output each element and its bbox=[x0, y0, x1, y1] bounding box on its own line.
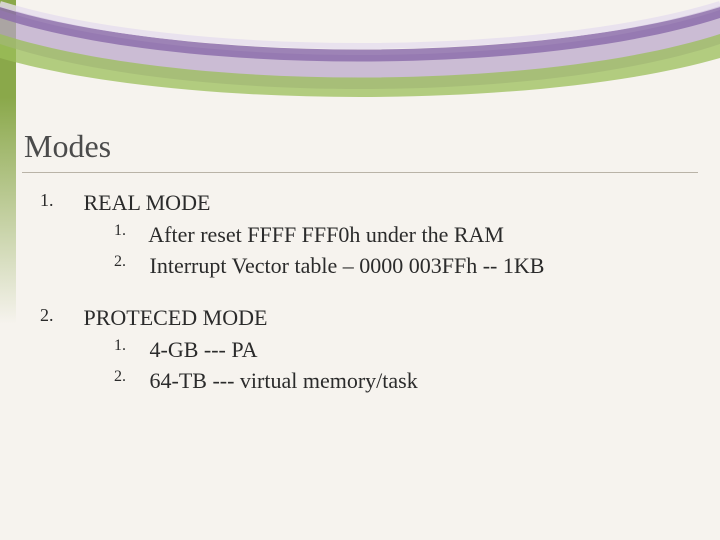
list-item: 1. REAL MODE 1. After reset FFFF FFF0h u… bbox=[40, 188, 680, 281]
list-number: 2. bbox=[114, 366, 144, 388]
list-text: 64-TB --- virtual memory/task bbox=[150, 368, 418, 393]
list-heading: PROTECED MODE bbox=[84, 303, 268, 333]
list-text: After reset FFFF FFF0h under the RAM bbox=[148, 222, 504, 247]
list-number: 2. bbox=[40, 303, 78, 327]
slide: Modes 1. REAL MODE 1. After reset FFFF F… bbox=[0, 0, 720, 540]
left-accent-strip bbox=[0, 0, 16, 540]
list-item: 1. 4-GB --- PA bbox=[114, 335, 680, 365]
title-underline bbox=[22, 172, 698, 173]
decorative-banner bbox=[0, 0, 720, 110]
list-text: Interrupt Vector table – 0000 003FFh -- … bbox=[150, 253, 545, 278]
slide-title: Modes bbox=[24, 128, 111, 165]
list-item: 2. PROTECED MODE 1. 4-GB --- PA 2. 64-TB… bbox=[40, 303, 680, 396]
list-item: 1. After reset FFFF FFF0h under the RAM bbox=[114, 220, 680, 250]
content-area: 1. REAL MODE 1. After reset FFFF FFF0h u… bbox=[40, 188, 680, 418]
list-item: 2. 64-TB --- virtual memory/task bbox=[114, 366, 680, 396]
list-item: 2. Interrupt Vector table – 0000 003FFh … bbox=[114, 251, 680, 281]
inner-list: 1. After reset FFFF FFF0h under the RAM … bbox=[114, 220, 680, 281]
list-number: 2. bbox=[114, 251, 144, 273]
list-number: 1. bbox=[40, 188, 78, 212]
list-heading: REAL MODE bbox=[84, 188, 211, 218]
inner-list: 1. 4-GB --- PA 2. 64-TB --- virtual memo… bbox=[114, 335, 680, 396]
list-number: 1. bbox=[114, 335, 144, 357]
list-number: 1. bbox=[114, 220, 144, 242]
list-text: 4-GB --- PA bbox=[150, 337, 258, 362]
outer-list: 1. REAL MODE 1. After reset FFFF FFF0h u… bbox=[40, 188, 680, 396]
